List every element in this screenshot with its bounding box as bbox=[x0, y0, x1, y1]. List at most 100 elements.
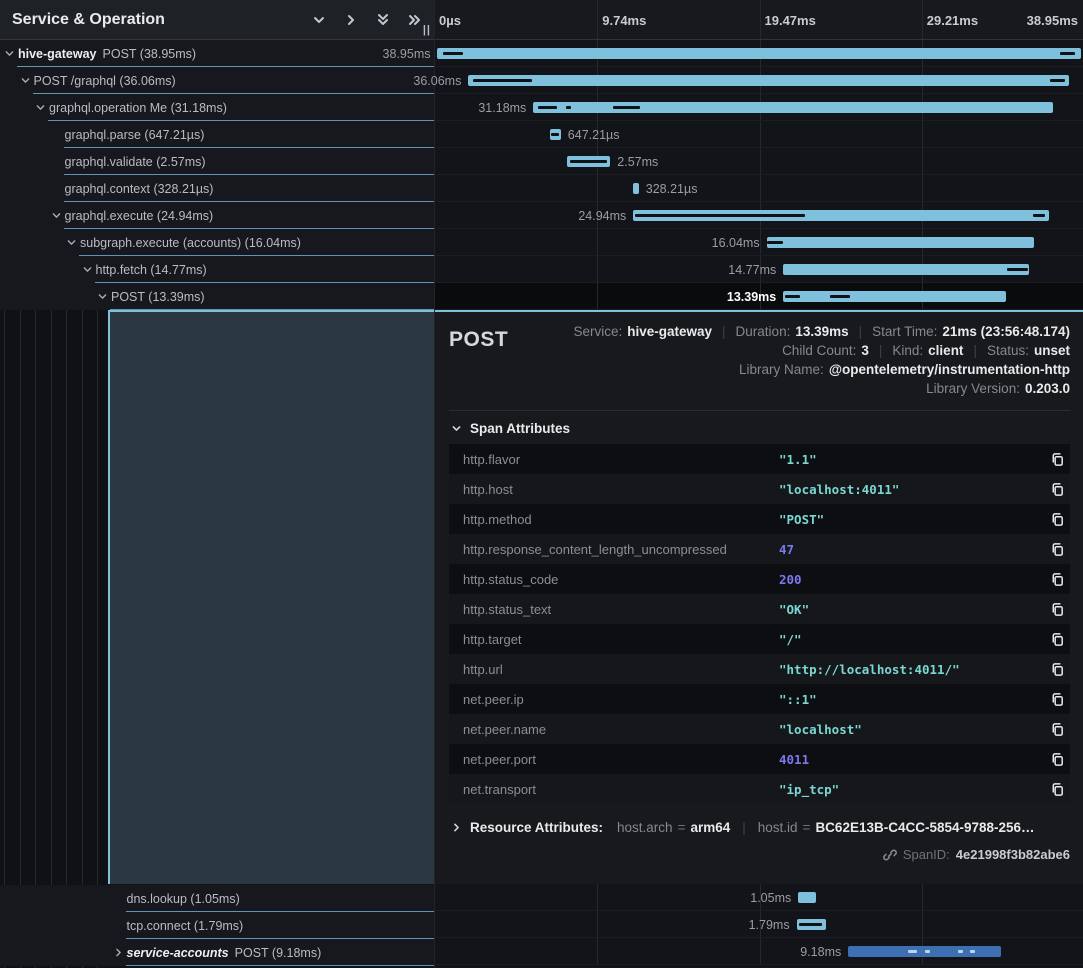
span-duration-label: 1.05ms bbox=[750, 884, 791, 911]
attribute-key: http.status_code bbox=[449, 572, 779, 587]
spanid-row: SpanID: 4e21998f3b82abe6 bbox=[449, 847, 1070, 862]
tree-row[interactable]: graphql.context (328.21µs) bbox=[0, 175, 434, 202]
panel-resize-handle[interactable]: || bbox=[423, 24, 431, 36]
timeline-gridline bbox=[597, 938, 598, 964]
span-duration-bar[interactable] bbox=[468, 75, 1069, 86]
timeline-span-row[interactable]: 2.57ms bbox=[435, 148, 1083, 175]
tree-row[interactable]: POST (13.39ms) bbox=[0, 283, 434, 310]
attribute-value: 47 bbox=[779, 542, 1044, 557]
timeline-span-row[interactable]: 14.77ms bbox=[435, 256, 1083, 283]
timeline-span-row[interactable]: 1.05ms bbox=[435, 884, 1083, 911]
timeline-span-row[interactable]: 9.18ms bbox=[435, 938, 1083, 965]
tree-row[interactable]: POST /graphql (36.06ms) bbox=[0, 67, 434, 94]
span-name-label: POST /graphql (36.06ms) bbox=[34, 67, 176, 94]
tree-row[interactable]: graphql.operation Me (31.18ms) bbox=[0, 94, 434, 121]
copy-icon[interactable] bbox=[1044, 624, 1070, 654]
attribute-row: http.target"/" bbox=[449, 624, 1070, 654]
span-duration-bar[interactable] bbox=[767, 237, 1034, 248]
span-duration-label: 14.77ms bbox=[728, 256, 776, 283]
copy-icon[interactable] bbox=[1044, 744, 1070, 774]
attribute-key: net.peer.ip bbox=[449, 692, 779, 707]
attribute-value: "OK" bbox=[779, 602, 1044, 617]
timeline-gridline bbox=[597, 175, 598, 201]
chevron-down-icon[interactable] bbox=[4, 40, 15, 67]
chevron-down-icon[interactable] bbox=[97, 283, 108, 310]
copy-icon[interactable] bbox=[1044, 654, 1070, 684]
timeline-span-row[interactable]: 36.06ms bbox=[435, 67, 1083, 94]
timeline-gridline bbox=[597, 911, 598, 937]
timeline-span-row[interactable]: 13.39ms bbox=[435, 283, 1083, 310]
span-title: POST bbox=[449, 324, 508, 352]
span-duration-label: 13.39ms bbox=[727, 283, 776, 310]
resource-attributes-toggle[interactable]: Resource Attributes: host.arch=arm64|hos… bbox=[451, 820, 1070, 835]
attribute-key: net.transport bbox=[449, 782, 779, 797]
tree-row[interactable]: tcp.connect (1.79ms) bbox=[0, 912, 434, 939]
trace-viewer: Service & Operation || hive-gatewayPOST … bbox=[0, 0, 1083, 968]
copy-icon[interactable] bbox=[1044, 714, 1070, 744]
timeline-span-row[interactable]: 328.21µs bbox=[435, 175, 1083, 202]
copy-icon[interactable] bbox=[1044, 594, 1070, 624]
copy-icon[interactable] bbox=[1044, 684, 1070, 714]
child-span-mark bbox=[473, 79, 531, 82]
timeline-span-row[interactable]: 24.94ms bbox=[435, 202, 1083, 229]
link-icon[interactable] bbox=[883, 848, 897, 862]
copy-icon[interactable] bbox=[1044, 504, 1070, 534]
chevron-right-icon[interactable] bbox=[113, 939, 124, 966]
attribute-value: "localhost" bbox=[779, 722, 1044, 737]
timeline-span-row[interactable]: 16.04ms bbox=[435, 229, 1083, 256]
tree-row[interactable]: graphql.parse (647.21µs) bbox=[0, 121, 434, 148]
child-span-mark bbox=[785, 295, 800, 298]
span-duration-bar[interactable] bbox=[783, 291, 1006, 302]
chevron-down-icon[interactable] bbox=[308, 9, 330, 31]
resource-separator: | bbox=[742, 820, 746, 835]
span-duration-bar[interactable] bbox=[633, 183, 638, 194]
chevron-down-icon[interactable] bbox=[35, 94, 46, 121]
span-name-label: graphql.parse (647.21µs) bbox=[65, 121, 205, 148]
tree-row[interactable]: dns.lookup (1.05ms) bbox=[0, 885, 434, 912]
copy-icon[interactable] bbox=[1044, 474, 1070, 504]
span-name-label: service-accountsPOST (9.18ms) bbox=[127, 939, 322, 966]
tree-row[interactable]: graphql.execute (24.94ms) bbox=[0, 202, 434, 229]
copy-icon[interactable] bbox=[1044, 444, 1070, 474]
chevron-down-icon[interactable] bbox=[20, 67, 31, 94]
meta-label: Kind: bbox=[892, 343, 923, 358]
span-duration-bar[interactable] bbox=[437, 48, 1080, 59]
resource-equals: = bbox=[678, 820, 686, 835]
attribute-value: "http://localhost:4011/" bbox=[779, 662, 1044, 677]
span-duration-bar[interactable] bbox=[783, 264, 1029, 275]
double-chevron-down-icon[interactable] bbox=[372, 9, 394, 31]
timeline-span-row[interactable]: 647.21µs bbox=[435, 121, 1083, 148]
child-span-mark bbox=[570, 160, 607, 163]
timeline-gridline bbox=[597, 256, 598, 282]
tree-row[interactable]: subgraph.execute (accounts) (16.04ms) bbox=[0, 229, 434, 256]
tree-row[interactable]: graphql.validate (2.57ms) bbox=[0, 148, 434, 175]
copy-icon[interactable] bbox=[1044, 774, 1070, 804]
tree-row[interactable]: http.fetch (14.77ms) bbox=[0, 256, 434, 283]
meta-line: Library Version:0.203.0 bbox=[508, 381, 1070, 396]
child-span-mark bbox=[970, 950, 975, 953]
meta-item: Status:unset bbox=[987, 343, 1070, 358]
span-attributes-toggle[interactable]: Span Attributes bbox=[451, 421, 1070, 436]
timeline-ruler: 0µs9.74ms19.47ms29.21ms38.95ms bbox=[435, 0, 1083, 40]
chevron-down-icon[interactable] bbox=[66, 229, 77, 256]
chevron-down-icon[interactable] bbox=[51, 202, 62, 229]
copy-icon[interactable] bbox=[1044, 564, 1070, 594]
child-span-mark bbox=[551, 133, 558, 136]
child-span-mark bbox=[925, 950, 930, 953]
spanid-value: 4e21998f3b82abe6 bbox=[956, 847, 1070, 862]
timeline-span-row[interactable]: 31.18ms bbox=[435, 94, 1083, 121]
span-duration-bar[interactable] bbox=[533, 102, 1053, 113]
meta-item: Service:hive-gateway bbox=[573, 324, 712, 339]
tree-row[interactable]: hive-gatewayPOST (38.95ms) bbox=[0, 40, 434, 67]
attribute-key: net.peer.name bbox=[449, 722, 779, 737]
span-duration-bar[interactable] bbox=[798, 892, 815, 903]
copy-icon[interactable] bbox=[1044, 534, 1070, 564]
chevron-down-icon[interactable] bbox=[82, 256, 93, 283]
chevron-right-icon[interactable] bbox=[340, 9, 362, 31]
resource-attributes-title: Resource Attributes: bbox=[470, 820, 603, 835]
attribute-value: "localhost:4011" bbox=[779, 482, 1044, 497]
tree-row[interactable]: service-accountsPOST (9.18ms) bbox=[0, 939, 434, 966]
timeline-panel: 0µs9.74ms19.47ms29.21ms38.95ms 38.95ms36… bbox=[434, 0, 1083, 968]
timeline-span-row[interactable]: 1.79ms bbox=[435, 911, 1083, 938]
timeline-span-row[interactable]: 38.95ms bbox=[435, 40, 1083, 67]
